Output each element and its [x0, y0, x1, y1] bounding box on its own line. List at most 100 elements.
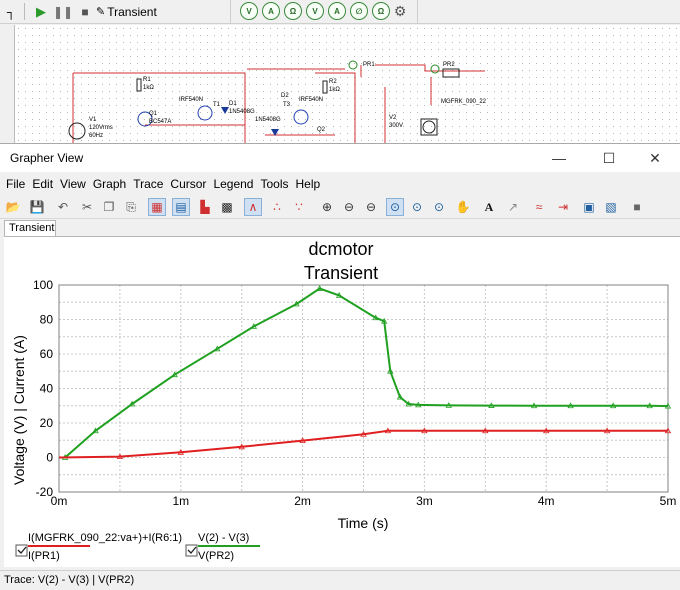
pencil-icon: ✎	[96, 6, 106, 18]
title-bar: Grapher View — ☐ ✕	[0, 144, 680, 172]
legend-probe-label: V(PR2)	[198, 550, 234, 562]
cursor-next-icon[interactable]: ∵	[290, 198, 308, 216]
v1-frequency-label: 60Hz	[89, 133, 104, 139]
t1-label: T1	[213, 102, 221, 108]
copy-icon[interactable]: ❐	[100, 198, 118, 216]
probe-pr1-icon	[348, 60, 358, 70]
window-title: Grapher View	[10, 151, 84, 165]
pan-hand-icon[interactable]: ✋	[454, 198, 472, 216]
tab-transient[interactable]: Transient	[4, 220, 56, 236]
simulation-toolbar: ┐ ▶ ❚❚ ■ ✎ Transient V A Ω V A ∅ Ω ⚙	[0, 0, 680, 24]
y-tick-label: 100	[33, 278, 53, 292]
legend[interactable]: I(MGFRK_090_22:va+)+I(R6:1) I(PR1) V(2) - …	[15, 532, 260, 562]
zoom-in-icon[interactable]: ⊕	[318, 198, 336, 216]
zoom-x-icon[interactable]: ⊙	[408, 198, 426, 216]
x-tick-label: 2m	[294, 494, 311, 508]
y-tick-label: -20	[36, 485, 54, 499]
d1-label: D1	[229, 101, 237, 107]
q1-label: Q1	[149, 111, 158, 117]
zoom-y-icon[interactable]: ⊙	[430, 198, 448, 216]
schematic-canvas[interactable]: R1 1kΩ IRF540N T1 D1 1N5408G Q1 BC547A V…	[14, 25, 680, 143]
gear-icon[interactable]: ⚙	[392, 3, 408, 20]
pr1-label: PR1	[363, 62, 375, 68]
ohmmeter-icon[interactable]: Ω	[284, 2, 302, 20]
menu-view[interactable]: View	[60, 177, 86, 191]
phase-meter-icon[interactable]: ∅	[350, 2, 368, 20]
analysis-mode-select[interactable]: ✎ Transient	[96, 3, 216, 20]
t3-part-label: IRF540N	[299, 97, 324, 103]
y-axis-label: Voltage (V) | Current (A)	[11, 335, 27, 485]
page-icon[interactable]: ▣	[580, 198, 598, 216]
background-icon[interactable]: ▩	[218, 198, 236, 216]
cursor-icon[interactable]: ∧	[244, 198, 262, 216]
v1-label: V1	[89, 117, 97, 123]
q2-label: Q2	[317, 127, 326, 133]
voltmeter-icon[interactable]: V	[240, 2, 258, 20]
close-button[interactable]: ✕	[642, 148, 668, 168]
menu-legend[interactable]: Legend	[213, 177, 253, 191]
x-tick-label: 0m	[51, 494, 68, 508]
paste-icon[interactable]: ⎘	[122, 198, 140, 216]
export-icon[interactable]: ⇥	[554, 198, 572, 216]
transient-chart[interactable]: dcmotor Transient Voltage (V) | Current …	[4, 237, 680, 568]
r1-label: R1	[143, 77, 151, 83]
toolbar-divider	[24, 3, 25, 20]
grid-lines	[58, 284, 669, 493]
zoom-area-icon[interactable]: ⊖	[362, 198, 380, 216]
cursor-pair-icon[interactable]: ∴	[268, 198, 286, 216]
differential-ammeter-icon[interactable]: A	[328, 2, 346, 20]
open-icon[interactable]: 📂	[4, 198, 22, 216]
stop-icon[interactable]: ■	[78, 3, 92, 20]
y-tick-label: 0	[46, 451, 53, 465]
menu-cursor[interactable]: Cursor	[170, 177, 206, 191]
t3-label: T3	[283, 102, 291, 108]
y-tick-label: 40	[40, 382, 54, 396]
menu-bar: File Edit View Graph Trace Cursor Legend…	[0, 173, 680, 195]
run-icon[interactable]: ▶	[34, 3, 48, 20]
menu-graph[interactable]: Graph	[93, 177, 126, 191]
menu-help[interactable]: Help	[296, 177, 321, 191]
grid-toggle-icon[interactable]: ▦	[148, 198, 166, 216]
r2-value-label: 1kΩ	[329, 87, 340, 93]
plot-panel: dcmotor Transient Voltage (V) | Current …	[4, 236, 680, 567]
status-bar: Trace: V(2) - V(3) | V(PR2)	[0, 570, 680, 590]
menu-file[interactable]: File	[6, 177, 25, 191]
menu-edit[interactable]: Edit	[32, 177, 53, 191]
label-icon[interactable]: ↗	[504, 198, 522, 216]
menu-trace[interactable]: Trace	[133, 177, 163, 191]
probe-icon[interactable]: ┐	[4, 3, 18, 20]
x-axis-label: Time (s)	[338, 515, 389, 531]
motor-part-label: MGFRK_090_22	[441, 99, 487, 105]
ammeter-icon[interactable]: A	[262, 2, 280, 20]
print-icon[interactable]: ▧	[602, 198, 620, 216]
x-tick-label: 1m	[172, 494, 189, 508]
y-tick-label: 80	[40, 313, 54, 327]
undo-icon[interactable]: ↶	[54, 198, 72, 216]
d2-part-label: 1N5408G	[255, 117, 281, 123]
stop-square-icon[interactable]: ■	[628, 198, 646, 216]
maximize-button[interactable]: ☐	[596, 148, 622, 168]
differential-voltmeter-icon[interactable]: V	[306, 2, 324, 20]
legend-toggle-icon[interactable]: ▤	[172, 198, 190, 216]
cut-icon[interactable]: ✂	[78, 198, 96, 216]
zoom-full-icon[interactable]: ⊙	[386, 198, 404, 216]
d2-label: D2	[281, 93, 289, 99]
legend-trace-label: V(2) - V(3)	[198, 532, 249, 544]
text-icon[interactable]: A	[480, 198, 498, 216]
menu-tools[interactable]: Tools	[260, 177, 288, 191]
v2-label: V2	[389, 115, 397, 121]
chart-bars-icon[interactable]: ▙	[196, 198, 214, 216]
probe-pr2-icon	[430, 64, 440, 74]
pause-icon[interactable]: ❚❚	[53, 3, 73, 20]
minimize-button[interactable]: —	[546, 148, 572, 168]
d1-part-label: 1N5408G	[229, 109, 255, 115]
x-tick-label: 3m	[416, 494, 433, 508]
save-icon[interactable]: 💾	[28, 198, 46, 216]
r2-label: R2	[329, 79, 337, 85]
impedance-meter-icon[interactable]: Ω	[372, 2, 390, 20]
zoom-out-icon[interactable]: ⊖	[340, 198, 358, 216]
pr2-label: PR2	[443, 62, 455, 68]
legend-probe-label: I(PR1)	[28, 550, 60, 562]
x-tick-label: 5m	[660, 494, 677, 508]
trace-properties-icon[interactable]: ≈	[530, 198, 548, 216]
